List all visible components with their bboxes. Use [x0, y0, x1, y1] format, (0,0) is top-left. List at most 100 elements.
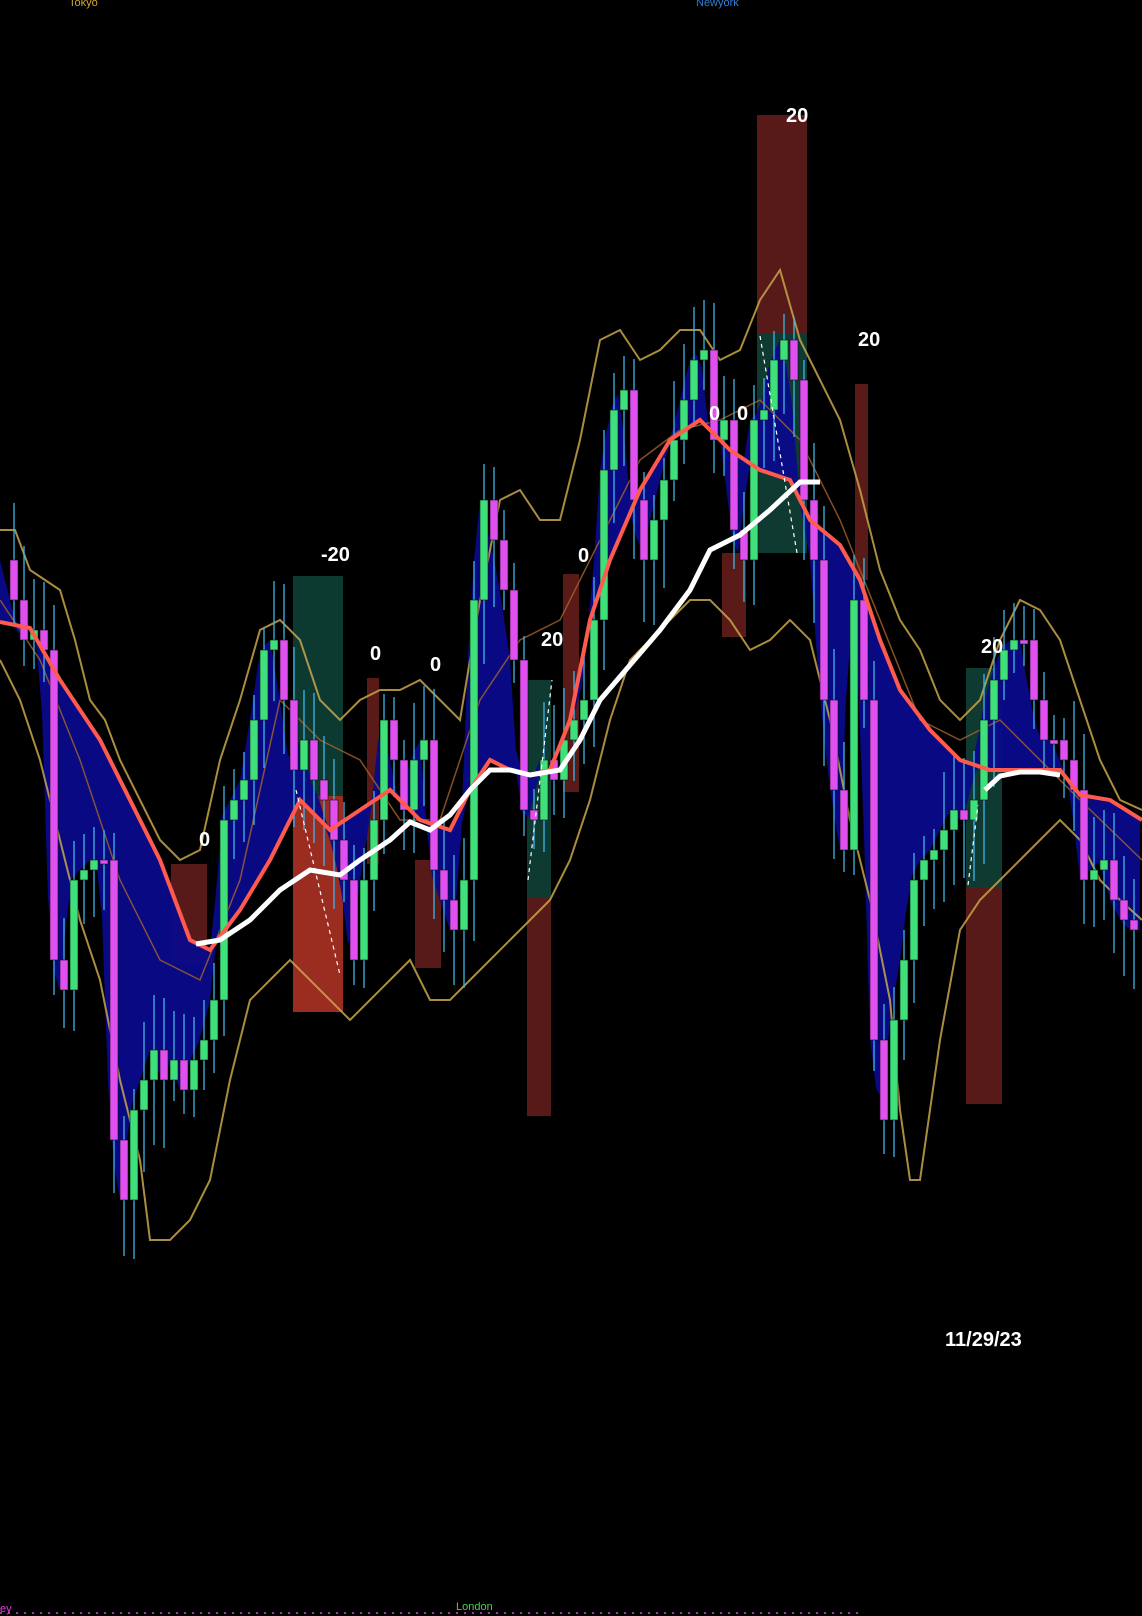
- bear-candle: [319, 779, 329, 801]
- trade-label: 20: [786, 105, 808, 127]
- bear-candle: [49, 649, 59, 961]
- bull-candle: [1009, 639, 1019, 651]
- bear-candle: [959, 809, 969, 821]
- bull-candle: [1099, 859, 1109, 871]
- bear-candle: [119, 1139, 129, 1201]
- bear-candle: [1049, 739, 1059, 745]
- bear-candle: [1059, 739, 1069, 761]
- bull-candle: [589, 619, 599, 701]
- bear-candle: [529, 809, 539, 821]
- bull-candle: [779, 339, 789, 361]
- loss-box: [527, 898, 551, 1116]
- bear-candle: [179, 1059, 189, 1091]
- bull-candle: [939, 829, 949, 851]
- bull-candle: [579, 699, 589, 721]
- bull-candle: [79, 869, 89, 881]
- bull-candle: [209, 999, 219, 1041]
- bull-candle: [219, 819, 229, 1001]
- bear-candle: [789, 339, 799, 381]
- bull-candle: [749, 419, 759, 561]
- loss-box: [966, 888, 1002, 1104]
- bear-candle: [439, 869, 449, 901]
- trade-label: -20: [321, 544, 350, 566]
- bear-candle: [99, 859, 109, 865]
- bull-candle: [1089, 869, 1099, 881]
- trade-label: 0: [370, 643, 381, 665]
- bull-candle: [239, 779, 249, 801]
- bear-candle: [1109, 859, 1119, 901]
- bull-candle: [129, 1109, 139, 1201]
- bear-candle: [1039, 699, 1049, 741]
- bull-candle: [409, 759, 419, 811]
- bear-candle: [289, 699, 299, 771]
- bull-candle: [479, 499, 489, 601]
- bull-candle: [929, 849, 939, 861]
- bear-candle: [329, 799, 339, 841]
- bull-candle: [469, 599, 479, 881]
- bear-candle: [1129, 919, 1139, 931]
- trade-label: 0: [737, 403, 748, 425]
- bear-candle: [159, 1049, 169, 1081]
- bear-candle: [59, 959, 69, 991]
- bull-candle: [199, 1039, 209, 1061]
- bull-candle: [889, 1019, 899, 1121]
- bear-candle: [1019, 639, 1029, 645]
- session-label-newyork: Newyork: [696, 0, 739, 9]
- bull-candle: [459, 879, 469, 931]
- bull-candle: [229, 799, 239, 821]
- bull-candle: [669, 439, 679, 481]
- bear-candle: [519, 659, 529, 811]
- bull-candle: [259, 649, 269, 721]
- date-label: 11/29/23: [945, 1329, 1022, 1351]
- bull-candle: [899, 959, 909, 1021]
- trading-chart[interactable]: 20 20 -20 0 0 20 0 0 20 0 0 11/29/23 Tok…: [0, 0, 1142, 1616]
- bear-candle: [1079, 789, 1089, 881]
- bull-candle: [69, 879, 79, 991]
- session-label-tokyo: Tokyo: [69, 0, 98, 9]
- bull-candle: [659, 479, 669, 521]
- bear-candle: [279, 639, 289, 701]
- bull-candle: [909, 879, 919, 961]
- bear-candle: [349, 879, 359, 961]
- loss-box: [757, 115, 807, 333]
- trade-label: 20: [981, 636, 1003, 658]
- bull-candle: [269, 639, 279, 651]
- trade-label: 20: [541, 629, 563, 651]
- bear-candle: [429, 739, 439, 871]
- bear-candle: [809, 499, 819, 561]
- bear-candle: [829, 699, 839, 791]
- bear-candle: [1119, 899, 1129, 921]
- bull-candle: [299, 739, 309, 771]
- bear-candle: [509, 589, 519, 661]
- bear-candle: [729, 419, 739, 531]
- trade-label: 0: [578, 545, 589, 567]
- bear-candle: [1029, 639, 1039, 701]
- trade-label: 20: [858, 329, 880, 351]
- bull-candle: [949, 809, 959, 831]
- bear-candle: [629, 389, 639, 501]
- bull-candle: [569, 719, 579, 741]
- bear-candle: [449, 899, 459, 931]
- trade-label: 0: [430, 654, 441, 676]
- bull-candle: [609, 409, 619, 471]
- bear-candle: [709, 349, 719, 441]
- bull-candle: [719, 419, 729, 441]
- bull-candle: [919, 859, 929, 881]
- bull-candle: [699, 349, 709, 361]
- bull-candle: [149, 1049, 159, 1081]
- bear-candle: [869, 699, 879, 1041]
- bull-candle: [599, 469, 609, 621]
- bull-candle: [989, 679, 999, 721]
- bull-candle: [359, 879, 369, 961]
- bull-candle: [689, 359, 699, 401]
- bull-candle: [619, 389, 629, 411]
- bull-candle: [189, 1059, 199, 1091]
- session-label-london: London: [456, 1601, 493, 1613]
- bear-candle: [9, 559, 19, 601]
- bear-candle: [309, 739, 319, 781]
- bull-candle: [649, 519, 659, 561]
- bear-candle: [819, 559, 829, 701]
- trade-label: 0: [199, 829, 210, 851]
- bear-candle: [109, 859, 119, 1141]
- bull-candle: [849, 599, 859, 851]
